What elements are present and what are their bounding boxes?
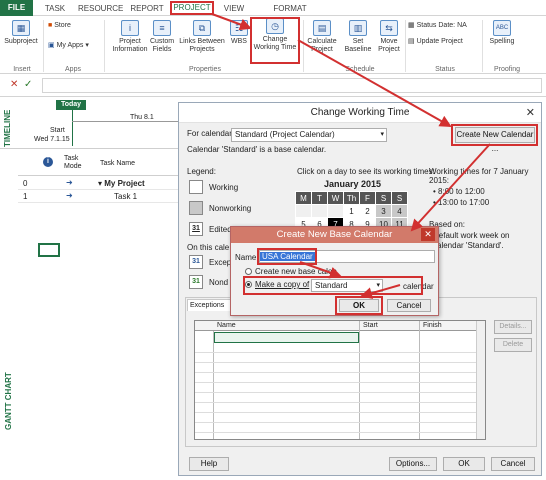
arrow-button-to-create — [297, 39, 452, 127]
arrow-create-to-subdialog — [410, 143, 491, 232]
arrow-name-to-copy — [299, 261, 342, 279]
arrow-tab-to-button — [211, 13, 252, 31]
arrow-copy-to-ok — [360, 284, 401, 299]
annotation-arrows — [211, 13, 491, 299]
